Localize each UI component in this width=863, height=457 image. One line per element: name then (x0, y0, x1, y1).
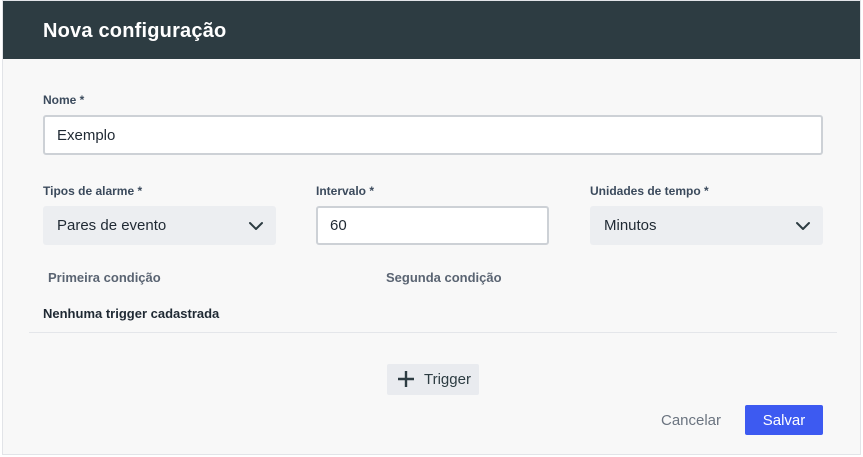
time-unit-value: Minutos (604, 217, 657, 234)
chevron-down-icon (249, 222, 263, 230)
chevron-down-icon (796, 222, 810, 230)
new-configuration-dialog: Nova configuração Nome * Tipos de alarme… (2, 0, 861, 455)
alarm-type-label: Tipos de alarme * (43, 184, 143, 198)
dialog-header: Nova configuração (3, 1, 860, 59)
name-label: Nome * (43, 93, 85, 107)
add-trigger-label: Trigger (424, 371, 471, 388)
interval-input[interactable] (316, 206, 549, 245)
divider (29, 332, 837, 333)
plus-icon (398, 371, 414, 387)
alarm-type-value: Pares de evento (57, 217, 167, 234)
empty-triggers-message: Nenhuma trigger cadastrada (43, 306, 220, 321)
alarm-type-select[interactable]: Pares de evento (43, 206, 276, 245)
name-input[interactable] (43, 115, 823, 155)
dialog-title: Nova configuração (43, 20, 227, 42)
time-unit-label: Unidades de tempo * (590, 184, 709, 198)
column-second-condition: Segunda condição (386, 270, 502, 285)
time-unit-select[interactable]: Minutos (590, 206, 823, 245)
cancel-button[interactable]: Cancelar (651, 405, 731, 435)
interval-label: Intervalo * (316, 184, 375, 198)
column-first-condition: Primeira condição (48, 270, 161, 285)
save-button[interactable]: Salvar (745, 405, 823, 435)
add-trigger-button[interactable]: Trigger (387, 364, 479, 395)
